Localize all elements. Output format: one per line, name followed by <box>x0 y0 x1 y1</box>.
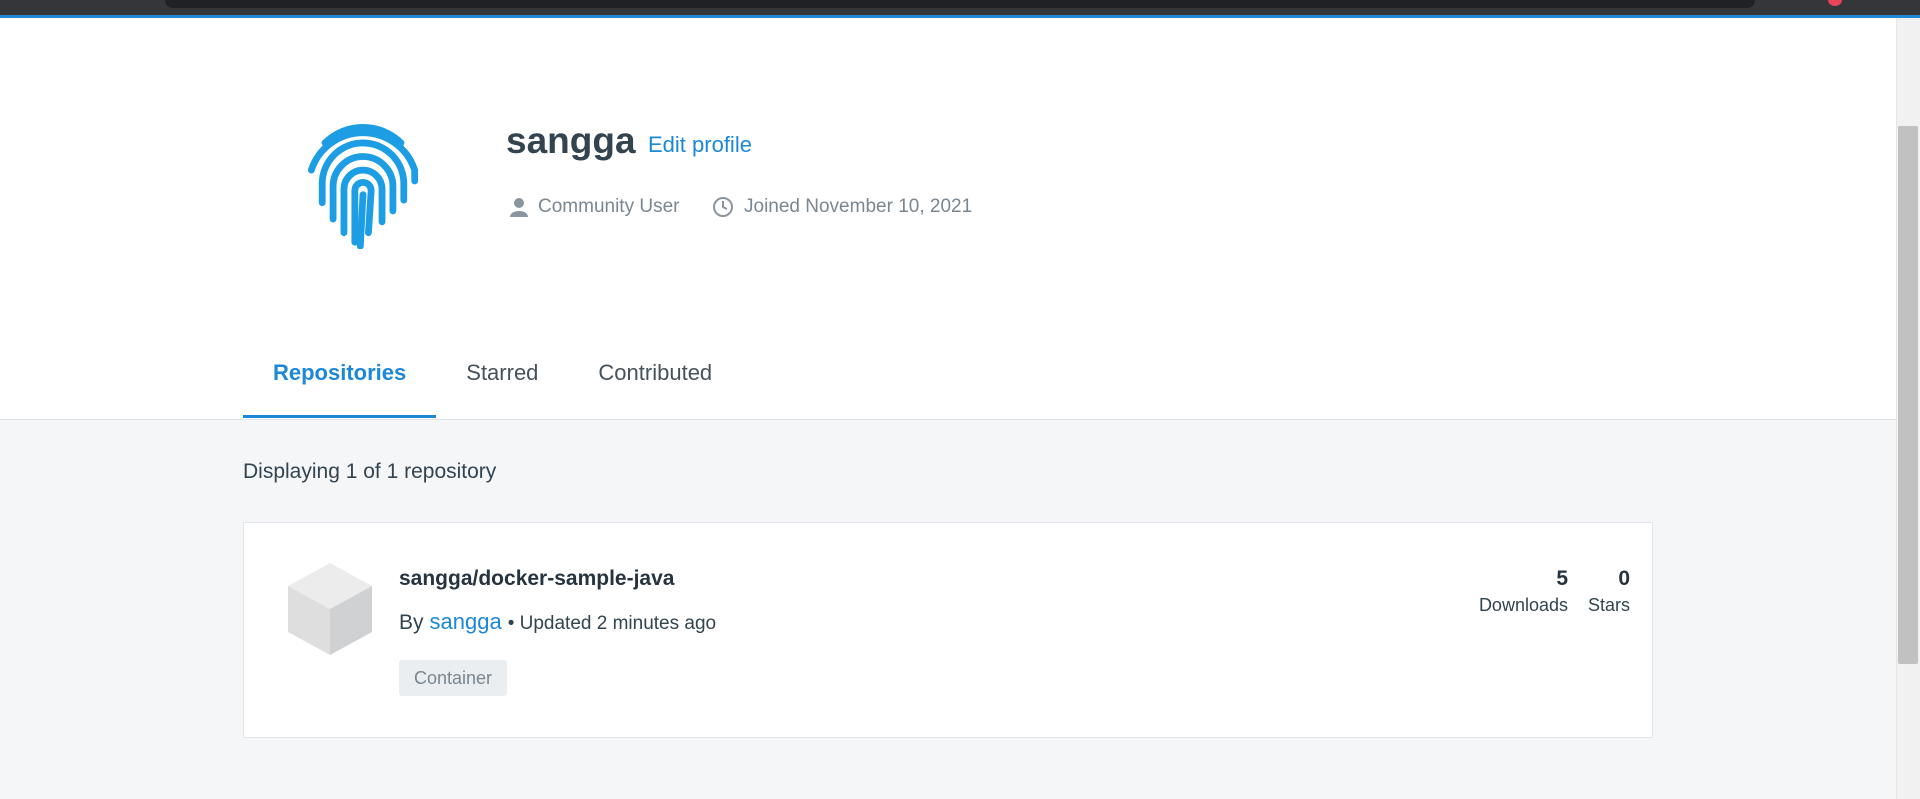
tab-starred[interactable]: Starred <box>436 348 568 418</box>
profile-username: sangga <box>506 120 636 161</box>
browser-chrome <box>0 0 1920 18</box>
repository-name-link[interactable]: sangga/docker-sample-java <box>399 567 674 591</box>
repository-owner-link[interactable]: sangga <box>430 609 502 635</box>
repository-type-badge: Container <box>399 660 508 696</box>
downloads-stat: 5 Downloads <box>1479 567 1568 616</box>
stars-stat: 0 Stars <box>1588 567 1630 616</box>
browser-address-bar[interactable] <box>165 0 1755 8</box>
cube-icon <box>288 563 372 655</box>
profile-role-label: Community User <box>538 196 680 217</box>
profile-joined-label: Joined November 10, 2021 <box>744 196 973 217</box>
repository-byline: By sangga • Updated 2 minutes ago <box>399 609 716 635</box>
repository-updated: • Updated 2 minutes ago <box>507 613 717 634</box>
stars-count: 0 <box>1618 567 1630 590</box>
page-scrollbar-thumb[interactable] <box>1898 126 1918 664</box>
stars-label: Stars <box>1587 595 1630 615</box>
repository-by-label: By <box>399 611 424 634</box>
profile-page: sangga Edit profile Community User Joine… <box>0 18 1896 799</box>
tab-contributed[interactable]: Contributed <box>568 348 742 418</box>
edit-profile-link[interactable]: Edit profile <box>648 132 752 158</box>
downloads-label: Downloads <box>1478 595 1568 615</box>
repositories-panel: Displaying 1 of 1 repository sangga/dock… <box>0 419 1896 799</box>
profile-role: Community User <box>510 196 679 218</box>
profile-tabs: Repositories Starred Contributed <box>243 348 742 418</box>
clock-icon <box>713 197 733 217</box>
browser-profile-indicator[interactable] <box>1828 0 1842 6</box>
profile-joined: Joined November 10, 2021 <box>712 196 972 218</box>
profile-header: sangga Edit profile Community User Joine… <box>0 18 1896 418</box>
repository-count: Displaying 1 of 1 repository <box>243 460 497 483</box>
user-icon <box>510 198 528 217</box>
tab-repositories[interactable]: Repositories <box>243 348 437 418</box>
downloads-count: 5 <box>1556 567 1568 590</box>
repository-card[interactable]: sangga/docker-sample-java By sangga • Up… <box>243 522 1653 738</box>
fingerprint-avatar-icon <box>307 123 419 249</box>
